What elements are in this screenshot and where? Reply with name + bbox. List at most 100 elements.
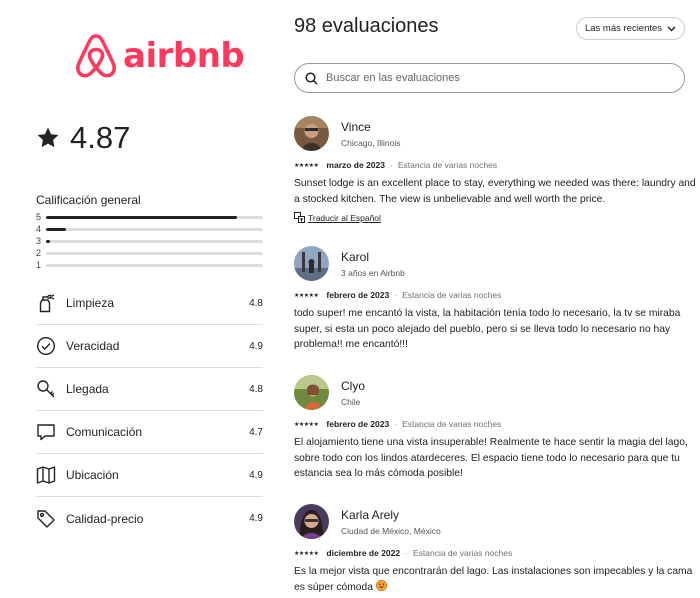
distribution-fill bbox=[46, 215, 237, 219]
separator-dot: · bbox=[390, 160, 393, 170]
overall-rating: 4.87 bbox=[36, 120, 130, 156]
distribution-bar bbox=[46, 215, 263, 219]
reviewer-location: Ciudad de México, México bbox=[341, 525, 441, 536]
distribution-label: 1 bbox=[36, 260, 42, 270]
reviewer-location: Chile bbox=[341, 396, 361, 407]
distribution-label: 5 bbox=[36, 212, 42, 222]
category-score: 4.7 bbox=[249, 426, 263, 438]
review-meta: ★★★★★ febrero de 2023 · Estancia de vari… bbox=[294, 419, 700, 429]
reviewer-name: Vince bbox=[341, 119, 371, 134]
sort-dropdown[interactable]: Las más recientes bbox=[576, 17, 685, 40]
review-date: febrero de 2023 bbox=[326, 290, 390, 300]
review-item: Clyo Chile ★★★★★ febrero de 2023 · Estan… bbox=[294, 375, 700, 482]
distribution-row: 5 bbox=[36, 211, 263, 223]
translate-link[interactable]: Traducir al Español bbox=[294, 212, 700, 223]
distribution-bar bbox=[46, 263, 263, 267]
rating-distribution: 5 4 3 2 1 bbox=[36, 211, 263, 271]
rating-summary-panel: airbnb 4.87 Calificación general 5 4 3 2… bbox=[0, 0, 280, 598]
spray-bottle-icon bbox=[36, 293, 56, 313]
review-stars: ★★★★★ bbox=[294, 292, 319, 299]
search-icon bbox=[305, 71, 318, 85]
separator-dot: · bbox=[394, 419, 398, 429]
review-stars: ★★★★★ bbox=[294, 550, 319, 557]
map-icon bbox=[36, 465, 56, 485]
overall-rating-label: Calificación general bbox=[36, 193, 141, 207]
review-meta: ★★★★★ diciembre de 2022 · Estancia de va… bbox=[294, 548, 700, 558]
brand-wordmark: airbnb bbox=[123, 36, 245, 76]
category-ratings: Limpieza 4.8 Veracidad 4.9 Llegada 4.8 C… bbox=[36, 282, 263, 540]
review-meta: ★★★★★ febrero de 2023 · Estancia de vari… bbox=[294, 290, 700, 300]
review-date: febrero de 2023 bbox=[326, 419, 390, 429]
chat-bubble-icon bbox=[36, 422, 56, 442]
avatar[interactable] bbox=[294, 375, 329, 410]
category-location: Ubicación 4.9 bbox=[36, 454, 263, 497]
category-name: Calidad-precio bbox=[66, 511, 144, 526]
airbnb-belo-icon bbox=[76, 34, 116, 78]
reviews-panel: 98 evaluaciones Las más recientes V bbox=[280, 0, 700, 598]
category-score: 4.9 bbox=[249, 513, 263, 524]
review-text: todo super! me encantó la vista, la habi… bbox=[294, 308, 681, 350]
reviews-count-title: 98 evaluaciones bbox=[294, 15, 439, 37]
category-check-in: Llegada 4.8 bbox=[36, 368, 263, 411]
review-stars: ★★★★★ bbox=[294, 421, 319, 428]
distribution-fill bbox=[46, 227, 66, 231]
review-text-block: Es la mejor vista que encontrarán del la… bbox=[294, 564, 700, 595]
category-name: Veracidad bbox=[66, 339, 120, 353]
category-value: Calidad-precio 4.9 bbox=[36, 497, 263, 540]
category-communication: Comunicación 4.7 bbox=[36, 411, 263, 454]
chevron-down-icon bbox=[667, 25, 676, 32]
reviewer-name: Clyo bbox=[341, 378, 366, 393]
distribution-row: 1 bbox=[36, 259, 263, 271]
distribution-bar bbox=[46, 251, 263, 255]
distribution-row: 4 bbox=[36, 223, 263, 235]
search-input[interactable] bbox=[326, 72, 666, 84]
smiling-face-icon bbox=[375, 579, 387, 591]
reviewer-name: Karol bbox=[341, 249, 370, 264]
distribution-label: 2 bbox=[36, 248, 42, 258]
rating-value: 4.87 bbox=[70, 120, 131, 155]
stay-type: Estancia de varias noches bbox=[402, 290, 502, 300]
distribution-bar bbox=[46, 227, 263, 231]
review-header: Vince Chicago, Illinois bbox=[294, 116, 700, 151]
translate-label[interactable]: Traducir al Español bbox=[308, 213, 381, 223]
stay-type: Estancia de varias noches bbox=[397, 160, 498, 170]
reviews-list: Vince Chicago, Illinois ★★★★★ marzo de 2… bbox=[294, 104, 700, 598]
category-cleanliness: Limpieza 4.8 bbox=[36, 282, 263, 325]
category-name: Llegada bbox=[66, 382, 109, 396]
separator-dot: · bbox=[405, 548, 408, 558]
avatar[interactable] bbox=[294, 116, 329, 151]
check-circle-icon bbox=[36, 336, 56, 356]
avatar[interactable] bbox=[294, 504, 329, 539]
distribution-bar bbox=[46, 239, 263, 243]
search-bar[interactable] bbox=[294, 63, 685, 93]
review-text: Es la mejor vista que encontrarán del la… bbox=[294, 566, 693, 593]
separator-dot: · bbox=[394, 290, 398, 300]
category-name: Comunicación bbox=[66, 425, 143, 439]
reviewer-location: 3 años en Airbnb bbox=[341, 267, 405, 278]
review-text: Sunset lodge is an excellent place to st… bbox=[294, 178, 696, 205]
category-accuracy: Veracidad 4.9 bbox=[36, 325, 263, 368]
tag-icon bbox=[36, 509, 56, 529]
review-item: Karla Arely Ciudad de México, México ★★★… bbox=[294, 504, 700, 595]
key-icon bbox=[36, 379, 56, 399]
sort-label: Las más recientes bbox=[584, 23, 663, 34]
category-score: 4.8 bbox=[249, 383, 263, 395]
distribution-row: 3 bbox=[36, 235, 263, 247]
translate-icon bbox=[294, 212, 305, 223]
review-text: El alojamiento tiene una vista insuperab… bbox=[294, 437, 688, 479]
reviewer-name: Karla Arely bbox=[341, 507, 400, 522]
airbnb-logo[interactable]: airbnb bbox=[75, 32, 245, 80]
category-score: 4.8 bbox=[249, 297, 263, 309]
star-icon bbox=[37, 127, 59, 148]
review-stars: ★★★★★ bbox=[294, 162, 319, 169]
distribution-label: 4 bbox=[36, 224, 42, 234]
review-header: Clyo Chile bbox=[294, 375, 700, 410]
category-score: 4.9 bbox=[249, 340, 263, 352]
category-name: Ubicación bbox=[66, 468, 119, 482]
distribution-fill bbox=[46, 239, 51, 243]
avatar[interactable] bbox=[294, 246, 329, 281]
review-header: Karol 3 años en Airbnb bbox=[294, 246, 700, 281]
review-date: marzo de 2023 bbox=[326, 160, 385, 170]
category-score: 4.9 bbox=[249, 469, 263, 481]
category-name: Limpieza bbox=[66, 296, 115, 310]
